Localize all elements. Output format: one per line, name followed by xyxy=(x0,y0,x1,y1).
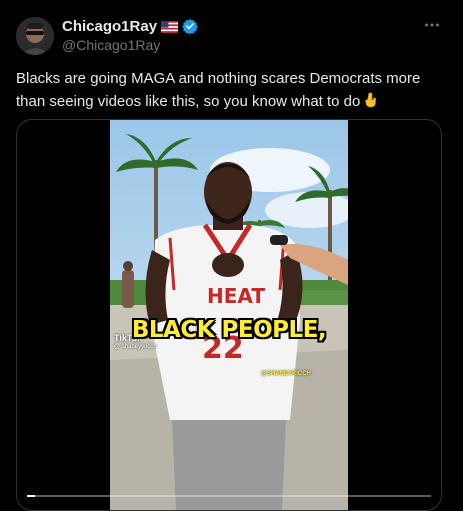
author-display-name[interactable]: Chicago1Ray xyxy=(62,18,157,35)
pointing-down-hand-icon xyxy=(363,92,379,108)
video-watermark: @SHANEYRICCH xyxy=(261,371,311,377)
video-frame: HEAT 22 xyxy=(110,120,348,510)
video-player[interactable]: HEAT 22 TikTok @ shaneyyricch BLACK PEOP… xyxy=(110,120,348,510)
author-handle[interactable]: @Chicago1Ray xyxy=(62,37,160,53)
tweet-body: Blacks are going MAGA and nothing scares… xyxy=(16,70,421,110)
avatar[interactable] xyxy=(16,17,54,55)
tiktok-username: @ shaneyyricch xyxy=(114,344,157,350)
media-card[interactable]: HEAT 22 TikTok @ shaneyyricch BLACK PEOP… xyxy=(16,119,442,511)
tweet-text: Blacks are going MAGA and nothing scares… xyxy=(16,67,446,113)
author-name-row[interactable]: Chicago1Ray xyxy=(62,17,198,35)
video-progress-fill xyxy=(27,495,36,497)
more-options-icon[interactable] xyxy=(421,14,443,36)
verified-badge-icon[interactable] xyxy=(182,18,198,35)
video-progress-bar[interactable] xyxy=(27,495,431,497)
jersey-brand: HEAT xyxy=(207,284,265,308)
video-caption: BLACK PEOPLE, xyxy=(131,317,327,343)
us-flag-icon xyxy=(161,20,179,33)
